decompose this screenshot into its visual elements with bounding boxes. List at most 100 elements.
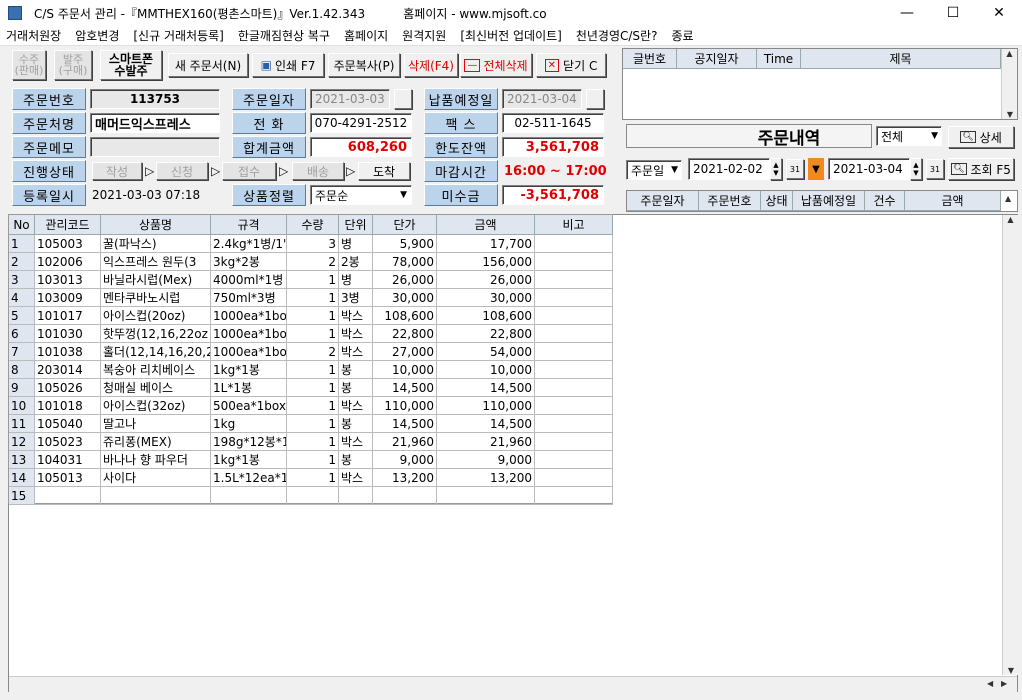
menu-password[interactable]: 암호변경 <box>75 27 119 44</box>
table-cell-product[interactable]: 꿀(파낙스) <box>101 235 211 253</box>
table-header-product[interactable]: 상품명 <box>101 215 211 235</box>
table-cell-qty[interactable]: 1 <box>287 379 339 397</box>
table-cell-price[interactable]: 110,000 <box>373 397 437 415</box>
table-cell-amount[interactable]: 14,500 <box>437 415 535 433</box>
table-header-amount[interactable]: 금액 <box>437 215 535 235</box>
table-cell-price[interactable]: 14,500 <box>373 415 437 433</box>
search-button[interactable]: 🔍︎ 조회 F5 <box>948 158 1014 180</box>
to-date-field[interactable]: 2021-03-04 <box>828 158 910 180</box>
table-cell-spec[interactable]: 1000ea*1bo <box>211 307 287 325</box>
table-cell-qty[interactable]: 1 <box>287 325 339 343</box>
table-cell-code[interactable]: 103009 <box>35 289 101 307</box>
table-cell-amount[interactable]: 9,000 <box>437 451 535 469</box>
table-cell-code[interactable]: 103013 <box>35 271 101 289</box>
table-cell-note[interactable] <box>535 325 613 343</box>
table-cell-unit[interactable] <box>339 487 373 505</box>
order-date-picker[interactable] <box>394 89 412 109</box>
delete-button[interactable]: 삭제(F4) <box>404 53 458 77</box>
scroll-up-icon[interactable]: ▲ <box>1003 215 1018 224</box>
table-cell-no[interactable]: 3 <box>9 271 35 289</box>
table-cell-code[interactable]: 105023 <box>35 433 101 451</box>
sales-tab[interactable]: 수주 (판매) <box>12 50 46 80</box>
table-cell-no[interactable]: 6 <box>9 325 35 343</box>
close-window-button[interactable]: ✕ <box>976 0 1022 26</box>
table-cell-note[interactable] <box>535 379 613 397</box>
scroll-up-icon[interactable]: ▲ <box>1002 49 1017 58</box>
table-header-qty[interactable]: 수량 <box>287 215 339 235</box>
date-type-select[interactable]: 주문일 ▼ <box>626 160 682 180</box>
table-cell-amount[interactable]: 17,700 <box>437 235 535 253</box>
table-cell-unit[interactable]: 박스 <box>339 469 373 487</box>
table-cell-note[interactable] <box>535 433 613 451</box>
table-cell-spec[interactable]: 198g*12봉*1 <box>211 433 287 451</box>
table-cell-no[interactable]: 13 <box>9 451 35 469</box>
table-cell-amount[interactable]: 110,000 <box>437 397 535 415</box>
close-button[interactable]: ✕ 닫기 C <box>536 53 606 77</box>
table-cell-no[interactable]: 7 <box>9 343 35 361</box>
table-cell-spec[interactable]: 1kg*1봉 <box>211 361 287 379</box>
table-cell-spec[interactable] <box>211 487 287 505</box>
table-cell-product[interactable] <box>101 487 211 505</box>
table-cell-price[interactable]: 30,000 <box>373 289 437 307</box>
table-cell-unit[interactable]: 박스 <box>339 325 373 343</box>
menu-exit[interactable]: 종료 <box>671 27 693 44</box>
table-cell-unit[interactable]: 박스 <box>339 307 373 325</box>
scroll-down-icon[interactable]: ▼ <box>1002 110 1018 119</box>
table-cell-code[interactable] <box>35 487 101 505</box>
table-cell-qty[interactable]: 1 <box>287 397 339 415</box>
table-cell-unit[interactable]: 박스 <box>339 433 373 451</box>
menu-new-client[interactable]: [신규 거래처등록] <box>133 27 223 44</box>
swap-dates-icon[interactable]: ▼ <box>808 158 824 180</box>
table-cell-spec[interactable]: 750ml*3병 <box>211 289 287 307</box>
table-cell-amount[interactable]: 22,800 <box>437 325 535 343</box>
table-cell-product[interactable]: 익스프레스 원두(3 <box>101 253 211 271</box>
table-cell-spec[interactable]: 1000ea*1bo <box>211 325 287 343</box>
table-cell-price[interactable]: 21,960 <box>373 433 437 451</box>
calendar-icon[interactable]: 31 <box>786 159 804 179</box>
table-cell-code[interactable]: 105003 <box>35 235 101 253</box>
table-cell-note[interactable] <box>535 415 613 433</box>
table-header-spec[interactable]: 규격 <box>211 215 287 235</box>
table-cell-amount[interactable]: 54,000 <box>437 343 535 361</box>
memo-field[interactable] <box>90 137 220 157</box>
table-cell-unit[interactable]: 봉 <box>339 361 373 379</box>
table-cell-unit[interactable]: 병 <box>339 271 373 289</box>
minimize-button[interactable]: — <box>884 0 930 26</box>
table-cell-qty[interactable]: 1 <box>287 451 339 469</box>
table-cell-no[interactable]: 10 <box>9 397 35 415</box>
print-button[interactable]: ▣ 인쇄 F7 <box>252 53 324 77</box>
smartphone-order-button[interactable]: 스마트폰 수발주 <box>100 50 162 80</box>
table-cell-no[interactable]: 2 <box>9 253 35 271</box>
grid-scrollbar-h[interactable]: ◀ ▶ <box>9 676 1017 692</box>
table-cell-product[interactable]: 멘타쿠바노시럽 <box>101 289 211 307</box>
table-cell-no[interactable]: 9 <box>9 379 35 397</box>
table-cell-note[interactable] <box>535 271 613 289</box>
table-cell-amount[interactable]: 13,200 <box>437 469 535 487</box>
scroll-down-icon[interactable]: ▼ <box>1003 666 1019 675</box>
table-cell-price[interactable]: 13,200 <box>373 469 437 487</box>
table-cell-unit[interactable]: 박스 <box>339 397 373 415</box>
scroll-right-icon[interactable]: ▶ <box>1001 679 1007 688</box>
table-cell-qty[interactable]: 2 <box>287 253 339 271</box>
table-cell-code[interactable]: 102006 <box>35 253 101 271</box>
grid-scrollbar-v[interactable]: ▲ ▼ <box>1002 215 1018 675</box>
table-cell-spec[interactable]: 3kg*2봉 <box>211 253 287 271</box>
table-cell-qty[interactable]: 1 <box>287 271 339 289</box>
table-cell-amount[interactable]: 30,000 <box>437 289 535 307</box>
table-cell-unit[interactable]: 박스 <box>339 343 373 361</box>
table-cell-qty[interactable]: 1 <box>287 433 339 451</box>
table-cell-price[interactable]: 26,000 <box>373 271 437 289</box>
table-cell-note[interactable] <box>535 469 613 487</box>
scroll-left-icon[interactable]: ◀ <box>987 679 993 688</box>
table-cell-code[interactable]: 203014 <box>35 361 101 379</box>
menu-update[interactable]: [최신버전 업데이트] <box>460 27 562 44</box>
orders-filter-select[interactable]: 전체 ▼ <box>876 126 942 146</box>
phone-field[interactable]: 070-4291-2512 <box>310 113 412 133</box>
table-cell-qty[interactable]: 1 <box>287 469 339 487</box>
table-cell-no[interactable]: 11 <box>9 415 35 433</box>
table-cell-product[interactable]: 홀더(12,14,16,20,2 <box>101 343 211 361</box>
menu-ledger[interactable]: 거래처원장 <box>6 27 61 44</box>
table-cell-spec[interactable]: 1000ea*1bo <box>211 343 287 361</box>
menu-about[interactable]: 천년경영C/S란? <box>576 27 658 44</box>
table-cell-code[interactable]: 101017 <box>35 307 101 325</box>
